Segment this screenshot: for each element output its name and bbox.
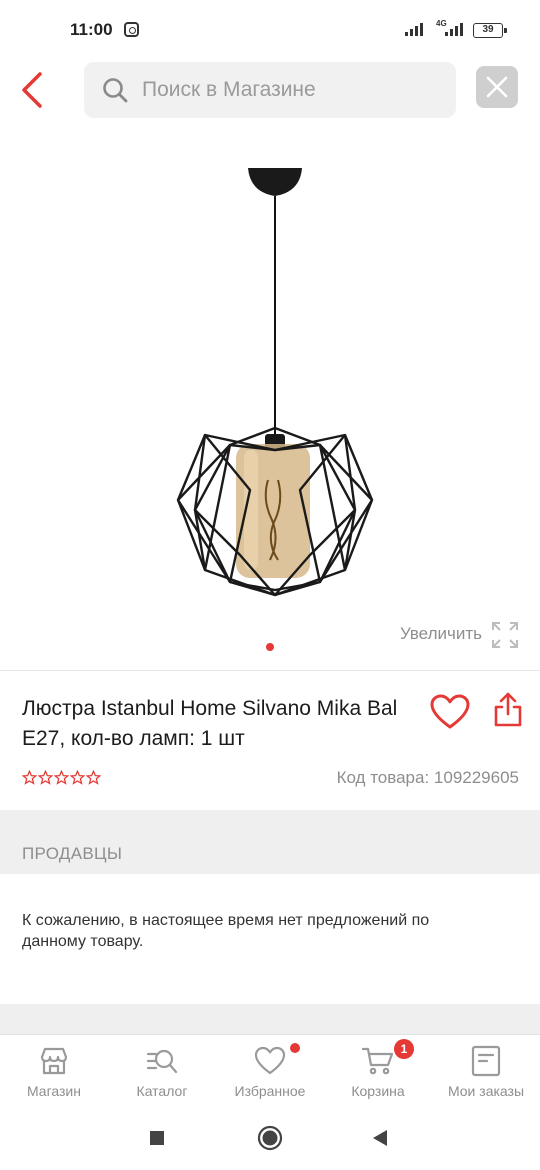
header: Поиск в Магазине: [0, 60, 540, 122]
status-time: 11:00: [70, 20, 113, 39]
signal-strength-icon: [405, 22, 423, 36]
star-empty-icon: [38, 770, 53, 785]
divider: [0, 670, 540, 671]
nav-label-favorites: Избранное: [234, 1083, 306, 1099]
expand-icon: [492, 622, 518, 648]
nav-item-favorites[interactable]: Избранное: [216, 1035, 324, 1107]
star-empty-icon: [54, 770, 69, 785]
close-icon: [486, 76, 508, 98]
store-icon: [40, 1047, 68, 1075]
no-offers-message: К сожалению, в настоящее время нет предл…: [22, 912, 430, 950]
favorite-button[interactable]: [430, 694, 470, 730]
nav-label-cart: Корзина: [351, 1083, 405, 1099]
nav-label-orders: Мои заказы: [447, 1083, 525, 1099]
back-button[interactable]: [18, 70, 48, 110]
search-input[interactable]: Поиск в Магазине: [84, 62, 456, 118]
bottom-nav: Магазин Каталог Избранное 1 Корзина Мои …: [0, 1034, 540, 1106]
cart-icon: [362, 1047, 394, 1075]
rating-stars[interactable]: [22, 770, 101, 785]
zoom-label: Увеличить: [400, 624, 482, 643]
sellers-section: К сожалению, в настоящее время нет предл…: [0, 874, 540, 1004]
battery-icon: 39: [473, 23, 507, 38]
product-image[interactable]: [140, 150, 400, 610]
share-button[interactable]: [492, 690, 524, 730]
product-title: Люстра Istanbul Home Silvano Mika Bal E2…: [22, 697, 398, 750]
close-button[interactable]: [476, 66, 518, 108]
signal-strength-icon-2: [445, 22, 463, 36]
nav-item-store[interactable]: Магазин: [0, 1035, 108, 1107]
nav-label-catalog: Каталог: [136, 1083, 188, 1099]
chevron-left-icon: [22, 72, 42, 108]
recent-apps-button[interactable]: [143, 1124, 171, 1152]
zoom-button[interactable]: Увеличить: [390, 618, 525, 652]
share-icon: [494, 692, 522, 727]
cart-count-badge: 1: [394, 1039, 414, 1059]
notification-dot: [290, 1043, 300, 1053]
instagram-notification-icon: [124, 22, 139, 37]
status-bar: 11:00 4G 39: [0, 0, 540, 60]
search-placeholder: Поиск в Магазине: [142, 78, 316, 101]
nav-item-orders[interactable]: Мои заказы: [432, 1035, 540, 1107]
nav-label-store: Магазин: [26, 1083, 81, 1099]
star-empty-icon: [70, 770, 85, 785]
catalog-search-icon: [146, 1049, 178, 1074]
system-nav-bar: [0, 1106, 540, 1170]
star-empty-icon: [86, 770, 101, 785]
nav-item-cart[interactable]: 1 Корзина: [324, 1035, 432, 1107]
orders-icon: [471, 1045, 501, 1077]
product-sku: Код товара: 109229605: [336, 768, 519, 787]
section-spacer: [0, 1004, 540, 1034]
pendant-lamp-illustration: [176, 168, 374, 597]
sellers-section-header: ПРОДАВЦЫ: [0, 810, 540, 874]
nav-item-catalog[interactable]: Каталог: [108, 1035, 216, 1107]
back-triangle-button[interactable]: [366, 1124, 394, 1152]
star-empty-icon: [22, 770, 37, 785]
sellers-title: ПРОДАВЦЫ: [22, 844, 123, 863]
heart-icon: [430, 694, 470, 729]
heart-icon: [254, 1046, 286, 1075]
home-button[interactable]: [256, 1124, 284, 1152]
search-icon: [103, 78, 128, 103]
carousel-dot-active[interactable]: [266, 643, 274, 651]
